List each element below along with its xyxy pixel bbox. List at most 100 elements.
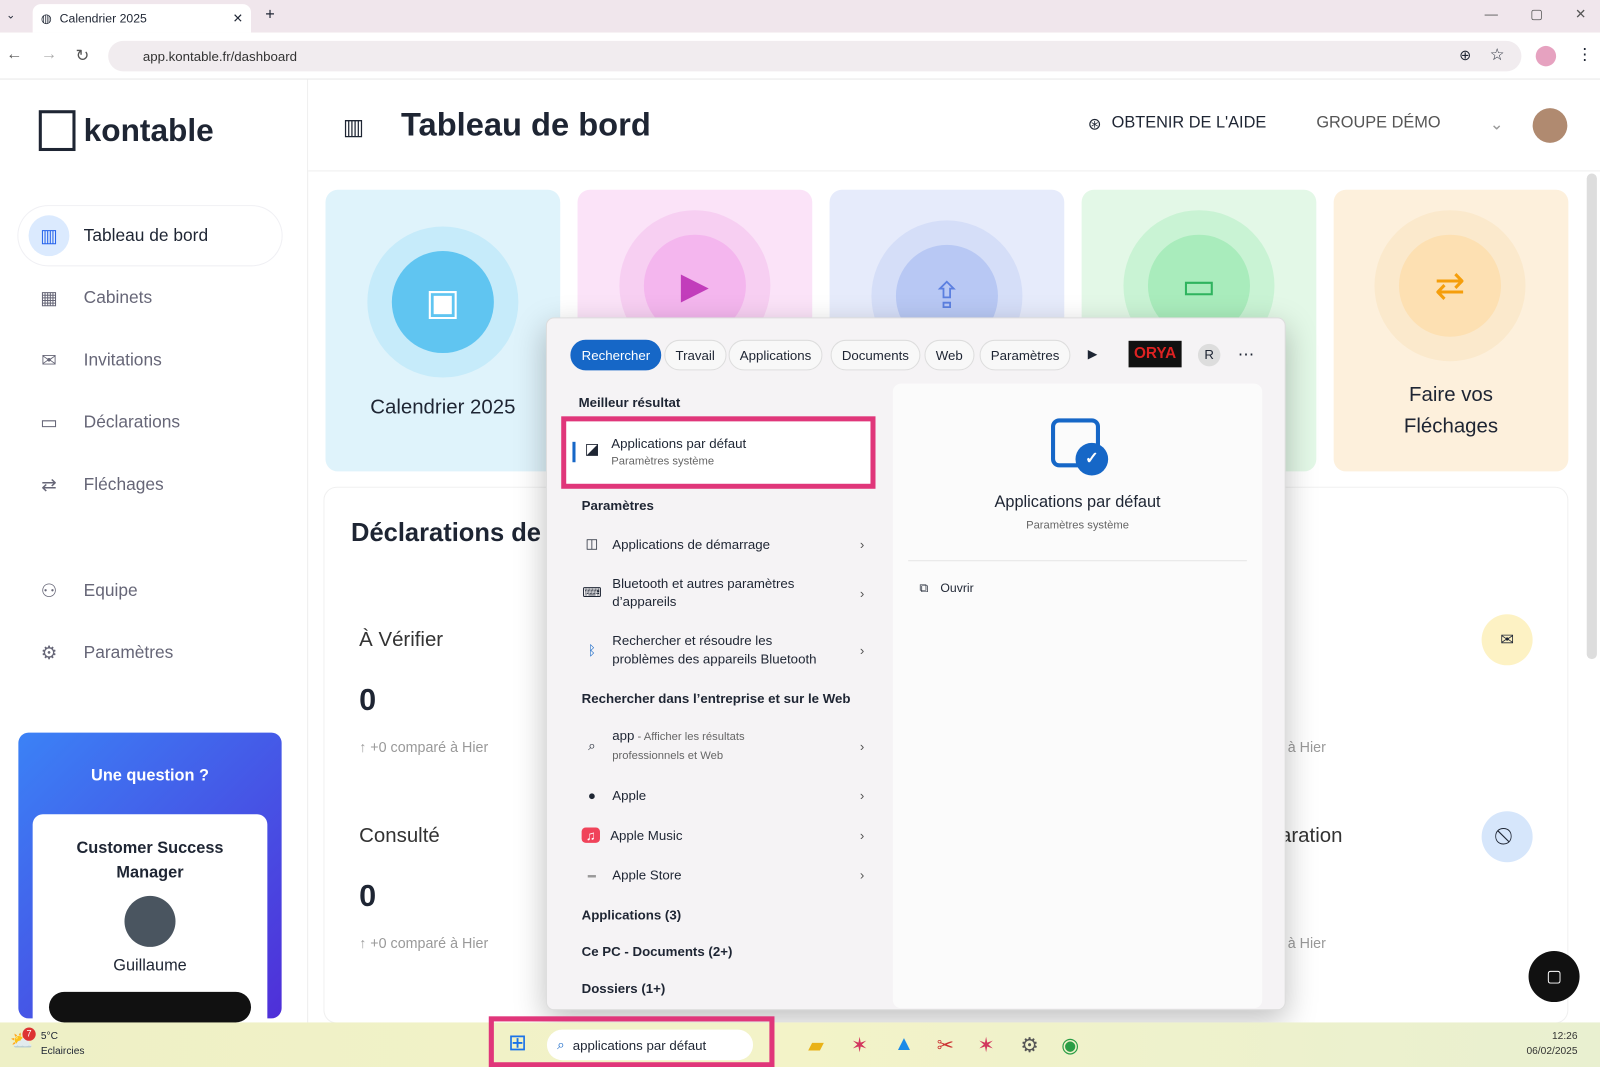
stat-delta: ↑ +0 comparé à Hier — [359, 934, 489, 952]
user-avatar[interactable] — [1532, 108, 1568, 143]
reload-icon[interactable]: ↻ — [76, 46, 90, 66]
folder-icon: ▭ — [40, 411, 58, 433]
browser-tab[interactable]: ◍ Calendrier 2025 ✕ — [32, 4, 252, 33]
menu-icon[interactable]: ⋮ — [1577, 45, 1593, 65]
chevron-right-icon: › — [859, 536, 865, 552]
result-apple-store[interactable]: ▬ Apple Store › — [571, 863, 872, 885]
close-tab-icon[interactable]: ✕ — [233, 11, 243, 25]
open-label: Ouvrir — [940, 580, 974, 595]
sidebar-item-cabinets[interactable]: ▦ Cabinets — [18, 268, 281, 327]
nav-label: Déclarations — [83, 412, 181, 432]
result-demarrage[interactable]: ◫ Applications de démarrage › — [571, 533, 872, 555]
result-title: Bluetooth et autres paramètres d’apparei… — [612, 575, 795, 610]
calendar-icon: ▣ — [391, 251, 494, 354]
chat-button[interactable]: ▢ — [1528, 951, 1580, 1003]
url-input[interactable]: app.kontable.fr/dashboard — [108, 40, 1522, 72]
chrome-icon[interactable]: ◉ — [1061, 1033, 1079, 1059]
contact-button[interactable] — [48, 991, 252, 1023]
search-tab-documents[interactable]: Documents — [830, 339, 921, 371]
result-apple-music[interactable]: ♫ Apple Music › — [571, 823, 872, 845]
nav-label: Invitations — [83, 349, 162, 370]
app-arrow-icon[interactable]: ▲ — [894, 1033, 914, 1056]
taskbar-search-input[interactable]: ⌕ applications par défaut — [546, 1029, 754, 1061]
stat-label: Consulté — [359, 824, 440, 847]
forward-icon[interactable]: → — [41, 46, 57, 64]
stat-delta: à Hier — [1287, 934, 1326, 952]
clock-date[interactable]: 06/02/2025 — [1500, 1046, 1577, 1057]
delta-text: +0 comparé à Hier — [370, 934, 489, 952]
help-title: Une question ? — [91, 767, 209, 785]
zoom-icon[interactable]: ⊕ — [1459, 47, 1471, 64]
stat-label: À Vérifier — [359, 628, 444, 652]
snipping-tool-icon[interactable]: ✂ — [937, 1033, 954, 1059]
sidebar-item-invitations[interactable]: ✉ Invitations — [18, 331, 281, 390]
music-icon: ♫ — [581, 827, 600, 843]
best-result[interactable]: ◪ Applications par défaut Paramètres sys… — [566, 421, 871, 484]
ban-icon: ⃠ — [1481, 811, 1533, 863]
mail-icon: ✉ — [41, 349, 57, 370]
chevron-down-icon[interactable]: ⌄ — [1490, 114, 1504, 134]
help-button[interactable]: ⊛ OBTENIR DE L'AIDE — [1088, 114, 1267, 134]
search-tab-web[interactable]: Web — [924, 339, 974, 371]
file-explorer-icon[interactable]: ▰ — [808, 1033, 824, 1059]
scrollbar[interactable] — [1586, 173, 1597, 660]
divider — [908, 560, 1247, 562]
apple-icon: ● — [587, 787, 596, 803]
stat-delta: à Hier — [1287, 738, 1326, 756]
clock-time[interactable]: 12:26 — [1510, 1031, 1578, 1042]
result-title: Applications de démarrage — [612, 536, 771, 552]
user-initial[interactable]: R — [1197, 343, 1221, 367]
gear-icon: ⚙ — [40, 642, 58, 663]
result-bluetooth[interactable]: ⌨ Bluetooth et autres paramètres d’appare… — [571, 574, 872, 611]
weather-badge: 7 — [22, 1027, 36, 1041]
tab-list-icon[interactable]: ⌄ — [6, 8, 15, 21]
open-external-icon: ⧉ — [919, 580, 929, 595]
result-title: Rechercher et résoudre les problèmes des… — [612, 632, 817, 667]
group-documents[interactable]: Ce PC - Documents (2+) — [582, 944, 733, 959]
result-title: Apple Store — [612, 866, 682, 883]
sidebar-item-equipe[interactable]: ⚇ Equipe — [18, 561, 281, 620]
search-tab-applications[interactable]: Applications — [728, 339, 823, 371]
more-icon[interactable]: ⋯ — [1238, 345, 1254, 365]
building-icon: ▦ — [40, 287, 58, 308]
url-text: app.kontable.fr/dashboard — [142, 48, 298, 64]
settings-icon[interactable]: ⚙ — [1020, 1033, 1038, 1059]
sidebar-item-parametres[interactable]: ⚙ Paramètres — [18, 623, 281, 682]
sidebar-item-tableau-de-bord[interactable]: ▥ Tableau de bord — [18, 206, 281, 265]
search-tab-parametres[interactable]: Paramètres — [979, 339, 1071, 371]
stat-value: 0 — [359, 683, 377, 718]
group-applications[interactable]: Applications (3) — [582, 907, 682, 922]
stat-value: 0 — [359, 879, 377, 914]
app-star2-icon[interactable]: ✶ — [978, 1033, 995, 1059]
sidebar-item-declarations[interactable]: ▭ Déclarations — [18, 393, 281, 452]
app-star-icon[interactable]: ✶ — [851, 1033, 868, 1059]
result-bluetooth-troubleshoot[interactable]: ᛒ Rechercher et résoudre les problèmes de… — [571, 632, 872, 669]
group-dossiers[interactable]: Dossiers (1+) — [582, 981, 666, 996]
result-apple[interactable]: ● Apple › — [571, 784, 872, 806]
selection-indicator — [572, 441, 576, 463]
default-apps-icon: ◪ — [584, 440, 600, 459]
default-apps-large-icon: ✓ — [1051, 418, 1109, 476]
more-tabs-icon[interactable]: ▶ — [1088, 347, 1097, 361]
section-heading: Paramètres — [581, 497, 654, 514]
arrows-icon: ⇄ — [41, 473, 57, 495]
windows-start-icon[interactable]: ⊞ — [508, 1031, 527, 1053]
nav-label: Tableau de bord — [83, 225, 209, 245]
globe-icon: ◍ — [40, 11, 52, 26]
back-icon[interactable]: ← — [6, 46, 22, 64]
window-controls[interactable]: — ▢ ✕ — [1485, 6, 1586, 22]
result-web-app[interactable]: ⌕ app - Afficher les résultats profession… — [571, 728, 872, 765]
search-tab-rechercher[interactable]: Rechercher — [570, 339, 662, 371]
star-icon[interactable]: ☆ — [1490, 45, 1505, 65]
search-tab-travail[interactable]: Travail — [664, 339, 727, 371]
chevron-right-icon: › — [859, 738, 865, 754]
open-action[interactable]: ⧉ Ouvrir — [919, 581, 973, 596]
bar-chart-icon: ▥ — [342, 114, 365, 140]
chevron-right-icon: › — [859, 866, 865, 883]
startup-icon: ◫ — [585, 535, 599, 552]
group-select[interactable]: GROUPE DÉMO — [1316, 114, 1440, 132]
sidebar-item-flechages[interactable]: ⇄ Fléchages — [18, 455, 281, 514]
orya-logo[interactable]: ORYA — [1128, 340, 1182, 368]
profile-avatar[interactable] — [1535, 45, 1557, 67]
new-tab-icon[interactable]: + — [265, 6, 275, 24]
